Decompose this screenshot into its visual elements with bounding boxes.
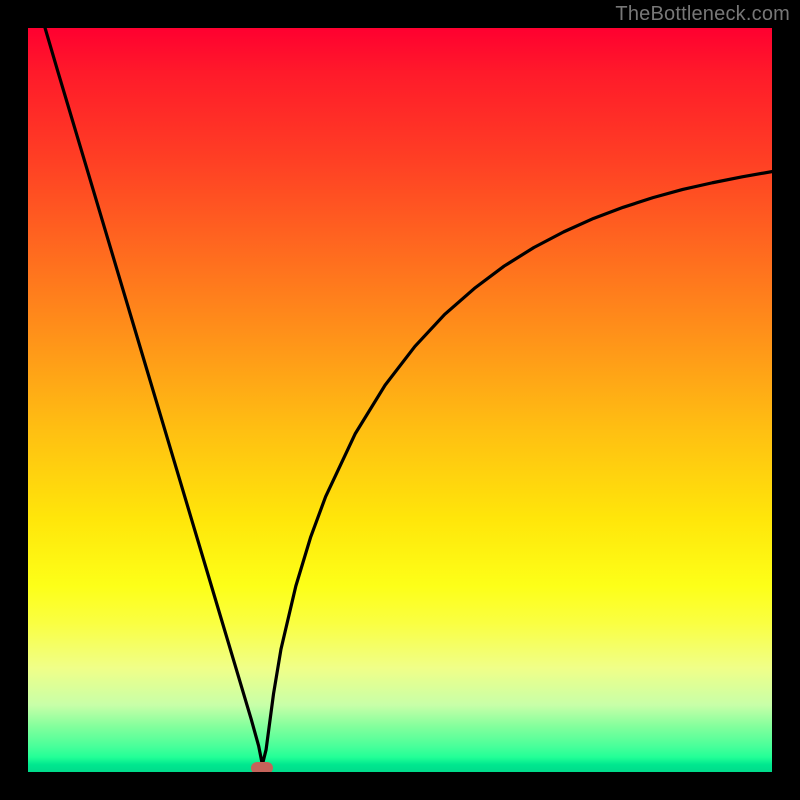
- optimal-point-marker: [251, 762, 273, 772]
- chart-frame: TheBottleneck.com: [0, 0, 800, 800]
- watermark-text: TheBottleneck.com: [615, 3, 790, 26]
- plot-area: [28, 28, 772, 772]
- bottleneck-curve: [28, 28, 772, 772]
